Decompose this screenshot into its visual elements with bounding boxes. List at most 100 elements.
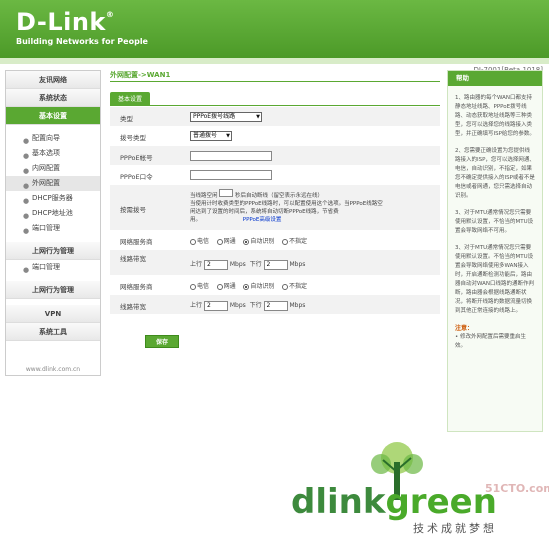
help-note: • 修改外网配置后需要重启生效。 — [455, 334, 526, 349]
isp-netcom-radio[interactable] — [216, 238, 223, 245]
sidebar-item-system-status[interactable]: 系统状态 — [6, 89, 100, 107]
dial-type-select[interactable]: 普通拨号 — [190, 131, 232, 141]
on-demand-desc-3: 用。 — [190, 217, 202, 223]
download-label: 下行 — [249, 261, 262, 268]
sidebar-item-vpn[interactable]: VPN — [6, 305, 100, 323]
logo-tagline: Building Networks for People — [16, 37, 148, 46]
sidebar-item-basic-options[interactable]: ● 基本选项 — [6, 146, 100, 161]
pppoe-account-label: PPPoE帐号 — [120, 154, 153, 162]
isp-auto-radio[interactable] — [243, 238, 250, 245]
save-button[interactable]: 保存 — [145, 335, 179, 348]
help-paragraph: 2、您需要正确设置为您提供线路接入的ISP，您可以选择网通、电信，自动识别，不指… — [455, 148, 535, 199]
on-demand-text-a: 当线路空闲 — [190, 193, 218, 199]
bullet-icon: ● — [23, 227, 30, 235]
sidebar-item-behavior-mgmt[interactable]: 上网行为管理 — [6, 242, 100, 260]
wan-form: 类型 PPPoE拨号线路 拨号类型 普通拨号 PPPoE帐号 PPPoE口令 按… — [110, 107, 440, 315]
help-paragraph: 3、对于MTU通常情况您只需要使用默认设置，不恰当的MTU设置会导致网络不可用。 — [455, 210, 534, 234]
help-paragraph: 1、路由器的每个WAN口都支持静态地址线路、PPPoE拨号线路、动态获取地址线路… — [455, 95, 535, 137]
help-paragraph: 3、对于MTU通常情况您只需要使用默认设置。不恰当的MTU设置会导致网络使用多W… — [455, 245, 535, 314]
isp-telecom-label: 电信 — [197, 238, 210, 245]
idle-seconds-input[interactable] — [219, 189, 234, 197]
row-pppoe-password: PPPoE口令 — [110, 166, 440, 185]
isp2-none-radio[interactable] — [281, 283, 288, 290]
pppoe-account-input[interactable] — [190, 151, 272, 161]
isp-none-label: 不指定 — [288, 238, 307, 245]
isp2-netcom-label: 网通 — [223, 283, 236, 290]
sidebar: 友讯网络 系统状态 基本设置 ● 配置向导 ● 基本选项 ● 内网配置 ● 外网配置 ●… — [5, 70, 101, 376]
row-bandwidth: 线路带宽 上行 2 Mbps 下行 2 Mbps — [110, 250, 440, 276]
isp2-auto-radio[interactable] — [243, 283, 250, 290]
sidebar-item-wan-config[interactable]: ● 外网配置 — [6, 176, 100, 191]
isp2-telecom-label: 电信 — [197, 283, 210, 290]
isp-telecom-radio[interactable] — [190, 238, 196, 245]
upload-input[interactable]: 2 — [203, 260, 228, 270]
watermark: 51CTO.com — [485, 482, 549, 495]
isp2-auto-label: 自动识别 — [250, 283, 275, 290]
isp-2-label: 网络服务商 — [120, 283, 153, 291]
pppoe-advanced-link[interactable]: PPPoE高级设置 — [243, 217, 282, 223]
main-content: 外网配置->WAN1 基本设置 类型 PPPoE拨号线路 拨号类型 普通拨号 P… — [110, 70, 440, 315]
isp-auto-label: 自动识别 — [250, 238, 275, 245]
on-demand-text-b: 秒后自动断线（留空表示永远在线） — [235, 193, 324, 199]
help-panel: 帮助 1、路由器的每个WAN口都支持静态地址线路、PPPoE拨号线路、动态获取地… — [447, 70, 543, 432]
breadcrumb: 外网配置->WAN1 — [110, 70, 440, 82]
header-underline — [0, 58, 549, 64]
download-2-label: 下行 — [249, 302, 262, 309]
dial-type-label: 拨号类型 — [120, 134, 146, 142]
isp2-telecom-radio[interactable] — [190, 283, 196, 290]
help-body: 1、路由器的每个WAN口都支持静态地址线路、PPPoE拨号线路、动态获取地址线路… — [448, 86, 542, 359]
registered-mark: ® — [105, 10, 115, 19]
sidebar-item-dhcp-server[interactable]: ● DHCP服务器 — [6, 191, 100, 206]
dlink-green-branding: dlinkgreen 51CTO.com 技术成就梦想 — [285, 440, 549, 537]
brand-slogan: 技术成就梦想 — [413, 522, 497, 535]
upload-unit: Mbps — [229, 261, 246, 268]
sidebar-item-system-tools[interactable]: 系统工具 — [6, 323, 100, 341]
sidebar-item-wizard[interactable]: ● 配置向导 — [6, 131, 100, 146]
on-demand-desc-1: 当使用计时收费类型的PPPoE线路时，可以配置使用这个选项。当PPPoE线路空 — [190, 201, 383, 207]
upload-2-unit: Mbps — [229, 302, 246, 309]
sidebar-item-behavior-mgmt-2[interactable]: 上网行为管理 — [6, 281, 100, 299]
dlink-logo[interactable]: D-Link® — [16, 8, 114, 36]
bandwidth-label: 线路带宽 — [120, 255, 146, 263]
row-isp: 网络服务商 电信 网通 自动识别 不指定 — [110, 231, 440, 250]
type-label: 类型 — [120, 115, 133, 123]
upload-2-input[interactable]: 2 — [203, 301, 228, 311]
tab-underline — [110, 105, 440, 106]
sidebar-item-port-mgmt-2[interactable]: ● 端口管理 — [6, 260, 100, 275]
download-2-input[interactable]: 2 — [263, 301, 288, 311]
isp-netcom-label: 网通 — [223, 238, 236, 245]
row-type: 类型 PPPoE拨号线路 — [110, 107, 440, 127]
download-input[interactable]: 2 — [263, 260, 288, 270]
row-dial-type: 拨号类型 普通拨号 — [110, 127, 440, 146]
isp-label: 网络服务商 — [120, 238, 153, 246]
sidebar-item-port-mgmt[interactable]: ● 端口管理 — [6, 221, 100, 236]
upload-2-label: 上行 — [190, 302, 203, 309]
row-on-demand: 按需拨号 当线路空闲 秒后自动断线（留空表示永远在线） 当使用计时收费类型的PP… — [110, 185, 440, 231]
help-title: 帮助 — [448, 71, 542, 86]
pppoe-password-input[interactable] — [190, 170, 272, 180]
sidebar-item-lan-config[interactable]: ● 内网配置 — [6, 161, 100, 176]
on-demand-label: 按需拨号 — [120, 206, 146, 214]
header-bar: D-Link® Building Networks for People — [0, 0, 549, 58]
type-select[interactable]: PPPoE拨号线路 — [190, 112, 262, 122]
bullet-icon: ● — [23, 266, 30, 274]
download-unit: Mbps — [289, 261, 306, 268]
sidebar-item-dhcp-pool[interactable]: ● DHCP地址池 — [6, 206, 100, 221]
sidebar-item-basic-settings[interactable]: 基本设置 — [6, 107, 100, 125]
row-bandwidth-2: 线路带宽 上行 2 Mbps 下行 2 Mbps — [110, 295, 440, 315]
sidebar-footer-url[interactable]: www.dlink.com.cn — [6, 366, 100, 373]
on-demand-desc-2: 闲达到了设置的时间后，系统将自动切断PPPoE线路，节省费 — [190, 209, 339, 215]
isp2-netcom-radio[interactable] — [216, 283, 223, 290]
row-isp-2: 网络服务商 电信 网通 自动识别 不指定 — [110, 276, 440, 295]
isp-none-radio[interactable] — [281, 238, 288, 245]
help-note-title: 注意： — [455, 325, 474, 332]
tab-basic-settings[interactable]: 基本设置 — [110, 92, 151, 105]
sidebar-item-dlink-net[interactable]: 友讯网络 — [6, 71, 100, 89]
download-2-unit: Mbps — [289, 302, 306, 309]
isp2-none-label: 不指定 — [288, 283, 307, 290]
bandwidth-2-label: 线路带宽 — [120, 303, 146, 311]
upload-label: 上行 — [190, 261, 203, 268]
row-pppoe-account: PPPoE帐号 — [110, 146, 440, 166]
brand-wordmark: dlinkgreen — [291, 482, 497, 522]
pppoe-password-label: PPPoE口令 — [120, 173, 153, 181]
